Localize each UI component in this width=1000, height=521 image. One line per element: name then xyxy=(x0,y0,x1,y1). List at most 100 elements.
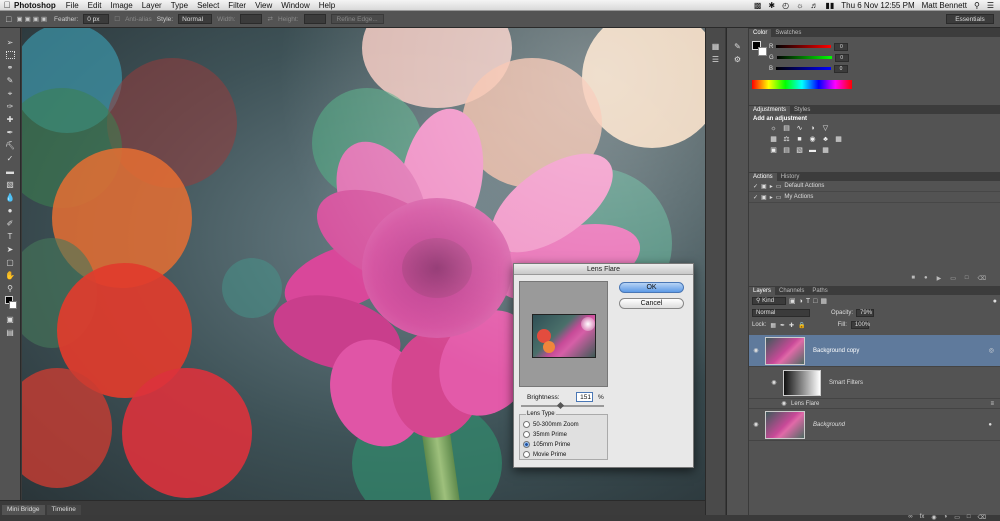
posterize-icon[interactable]: ▤ xyxy=(782,147,791,155)
tab-layers[interactable]: Layers xyxy=(749,287,776,295)
eyedropper-tool-icon[interactable]: ✑ xyxy=(4,100,17,113)
clock[interactable]: Thu 6 Nov 12:55 PM xyxy=(841,1,914,10)
pen-tool-icon[interactable]: ✐ xyxy=(4,217,17,230)
photo-filter-icon[interactable]: ◉ xyxy=(808,136,817,144)
panel-toggle-icon[interactable]: ▦ xyxy=(709,42,723,52)
color-lookup-icon[interactable]: ▦ xyxy=(834,136,843,144)
play-icon[interactable]: ▶ xyxy=(937,275,942,282)
user-name[interactable]: Matt Bennett xyxy=(922,1,967,10)
delete-icon[interactable]: ⌫ xyxy=(978,275,986,282)
cancel-button[interactable]: Cancel xyxy=(619,298,684,309)
link-icon[interactable]: ∞ xyxy=(908,514,912,521)
brightness-slider-thumb[interactable] xyxy=(556,401,565,410)
wifi-icon[interactable]: ☼ xyxy=(796,1,803,10)
properties-icon[interactable]: ☰ xyxy=(709,55,723,65)
style-select[interactable]: Normal xyxy=(178,14,213,24)
workspace-select[interactable]: Essentials xyxy=(946,14,994,24)
marquee-tool-icon[interactable] xyxy=(5,51,15,59)
antialias-checkbox[interactable]: ☐ xyxy=(114,15,120,23)
move-tool-icon[interactable]: ➢ xyxy=(4,36,17,49)
curves-icon[interactable]: ∿ xyxy=(795,125,804,133)
lasso-tool-icon[interactable]: ⚭ xyxy=(4,61,17,74)
dialog-toggle-icon[interactable]: ▣ xyxy=(761,183,767,190)
brightness-input[interactable]: 151 xyxy=(576,392,593,402)
layer-thumbnail[interactable] xyxy=(765,336,805,365)
radio-button[interactable] xyxy=(523,451,530,458)
ps-status-icon[interactable]: ▩ xyxy=(754,1,762,10)
dialog-toggle-icon[interactable]: ▣ xyxy=(761,194,767,201)
preview-thumbnail[interactable] xyxy=(532,314,596,358)
path-select-tool-icon[interactable]: ➤ xyxy=(4,243,17,256)
tab-styles[interactable]: Styles xyxy=(790,106,814,114)
layer-smart-filters[interactable]: ◉ Smart Filters xyxy=(749,367,1000,399)
brush-tool-icon[interactable]: ✒ xyxy=(4,126,17,139)
record-icon[interactable]: ● xyxy=(924,275,928,282)
menu-type[interactable]: Type xyxy=(171,1,188,10)
visibility-eye-icon[interactable]: ◉ xyxy=(777,400,791,407)
lock-transparency-icon[interactable]: ▦ xyxy=(770,322,776,329)
colors-icon[interactable] xyxy=(4,295,17,313)
visibility-eye-icon[interactable]: ◉ xyxy=(749,347,763,354)
stamp-tool-icon[interactable]: ⛏ xyxy=(4,139,17,152)
menu-image[interactable]: Image xyxy=(110,1,132,10)
radio-105mm-prime[interactable]: 105mm Prime xyxy=(523,441,570,448)
zoom-tool-icon[interactable]: ⚲ xyxy=(4,282,17,295)
hue-saturation-icon[interactable]: ▦ xyxy=(769,136,778,144)
fg-bg-swatch[interactable] xyxy=(752,41,768,57)
opacity-input[interactable]: 79% xyxy=(856,309,875,317)
history-icon[interactable]: ✎ xyxy=(731,42,745,52)
lock-position-icon[interactable]: ✚ xyxy=(789,322,794,329)
tab-history[interactable]: History xyxy=(777,173,804,181)
levels-icon[interactable]: ▤ xyxy=(782,125,791,133)
new-set-icon[interactable]: ▭ xyxy=(950,275,956,282)
radio-button[interactable] xyxy=(523,421,530,428)
radio-50-300mm-zoom[interactable]: 50-300mm Zoom xyxy=(523,421,579,428)
menu-view[interactable]: View xyxy=(255,1,272,10)
group-icon[interactable]: ▭ xyxy=(954,514,960,521)
gradient-tool-icon[interactable]: ▧ xyxy=(4,178,17,191)
radio-movie-prime[interactable]: Movie Prime xyxy=(523,451,566,458)
red-slider[interactable] xyxy=(776,45,832,48)
tab-paths[interactable]: Paths xyxy=(808,287,831,295)
battery-icon[interactable]: ▮▮ xyxy=(825,1,834,10)
fill-input[interactable]: 100% xyxy=(850,321,870,329)
black-white-icon[interactable]: ■ xyxy=(795,136,804,144)
color-balance-icon[interactable]: ⚖ xyxy=(782,136,791,144)
spotlight-icon[interactable]: ⚲ xyxy=(974,1,980,10)
type-tool-icon[interactable]: T xyxy=(4,230,17,243)
layer-background-copy[interactable]: ◉ Background copy ◎ xyxy=(749,335,1000,367)
action-set-row[interactable]: ✓ ▣ ▸ ▭ Default Actions xyxy=(749,181,1000,192)
fx-icon[interactable]: fx xyxy=(920,514,925,521)
brightness-contrast-icon[interactable]: ☼ xyxy=(769,125,778,133)
layer-thumbnail[interactable] xyxy=(765,410,805,439)
tab-timeline[interactable]: Timeline xyxy=(46,505,81,515)
history-brush-tool-icon[interactable]: ✓ xyxy=(4,152,17,165)
filter-lens-flare[interactable]: ◉ Lens Flare ≡ xyxy=(749,399,1000,409)
tab-mini-bridge[interactable]: Mini Bridge xyxy=(2,505,45,515)
green-value[interactable]: 0 xyxy=(834,53,849,62)
blue-slider[interactable] xyxy=(776,67,832,70)
tab-actions[interactable]: Actions xyxy=(749,173,777,181)
volume-icon[interactable]: ♬ xyxy=(810,1,818,10)
checkmark-icon[interactable]: ✓ xyxy=(753,183,758,190)
gradient-map-icon[interactable]: ▬ xyxy=(808,147,817,155)
tool-presets-icon[interactable]: ⚙ xyxy=(731,55,745,65)
menu-window[interactable]: Window xyxy=(281,1,309,10)
threshold-icon[interactable]: ▧ xyxy=(795,147,804,155)
smart-object-icon[interactable]: ◎ xyxy=(989,347,994,354)
height-input[interactable] xyxy=(303,14,326,24)
checkmark-icon[interactable]: ✓ xyxy=(753,194,758,201)
exposure-icon[interactable]: ◑ xyxy=(808,125,817,133)
filter-toggle-icon[interactable]: ● xyxy=(993,298,997,305)
mask-icon[interactable]: ◉ xyxy=(931,514,936,521)
adjustment-layer-icon[interactable]: ◑ xyxy=(944,514,948,521)
quick-select-tool-icon[interactable]: ✎ xyxy=(4,74,17,87)
width-input[interactable] xyxy=(240,14,263,24)
menu-filter[interactable]: Filter xyxy=(228,1,246,10)
tab-adjustments[interactable]: Adjustments xyxy=(749,106,791,114)
smart-filter-mask-thumbnail[interactable] xyxy=(783,369,821,396)
timemachine-icon[interactable]: ◴ xyxy=(782,1,789,10)
tab-channels[interactable]: Channels xyxy=(775,287,808,295)
delete-layer-icon[interactable]: ⌫ xyxy=(978,514,986,521)
lock-pixels-icon[interactable]: ✒ xyxy=(780,322,785,329)
